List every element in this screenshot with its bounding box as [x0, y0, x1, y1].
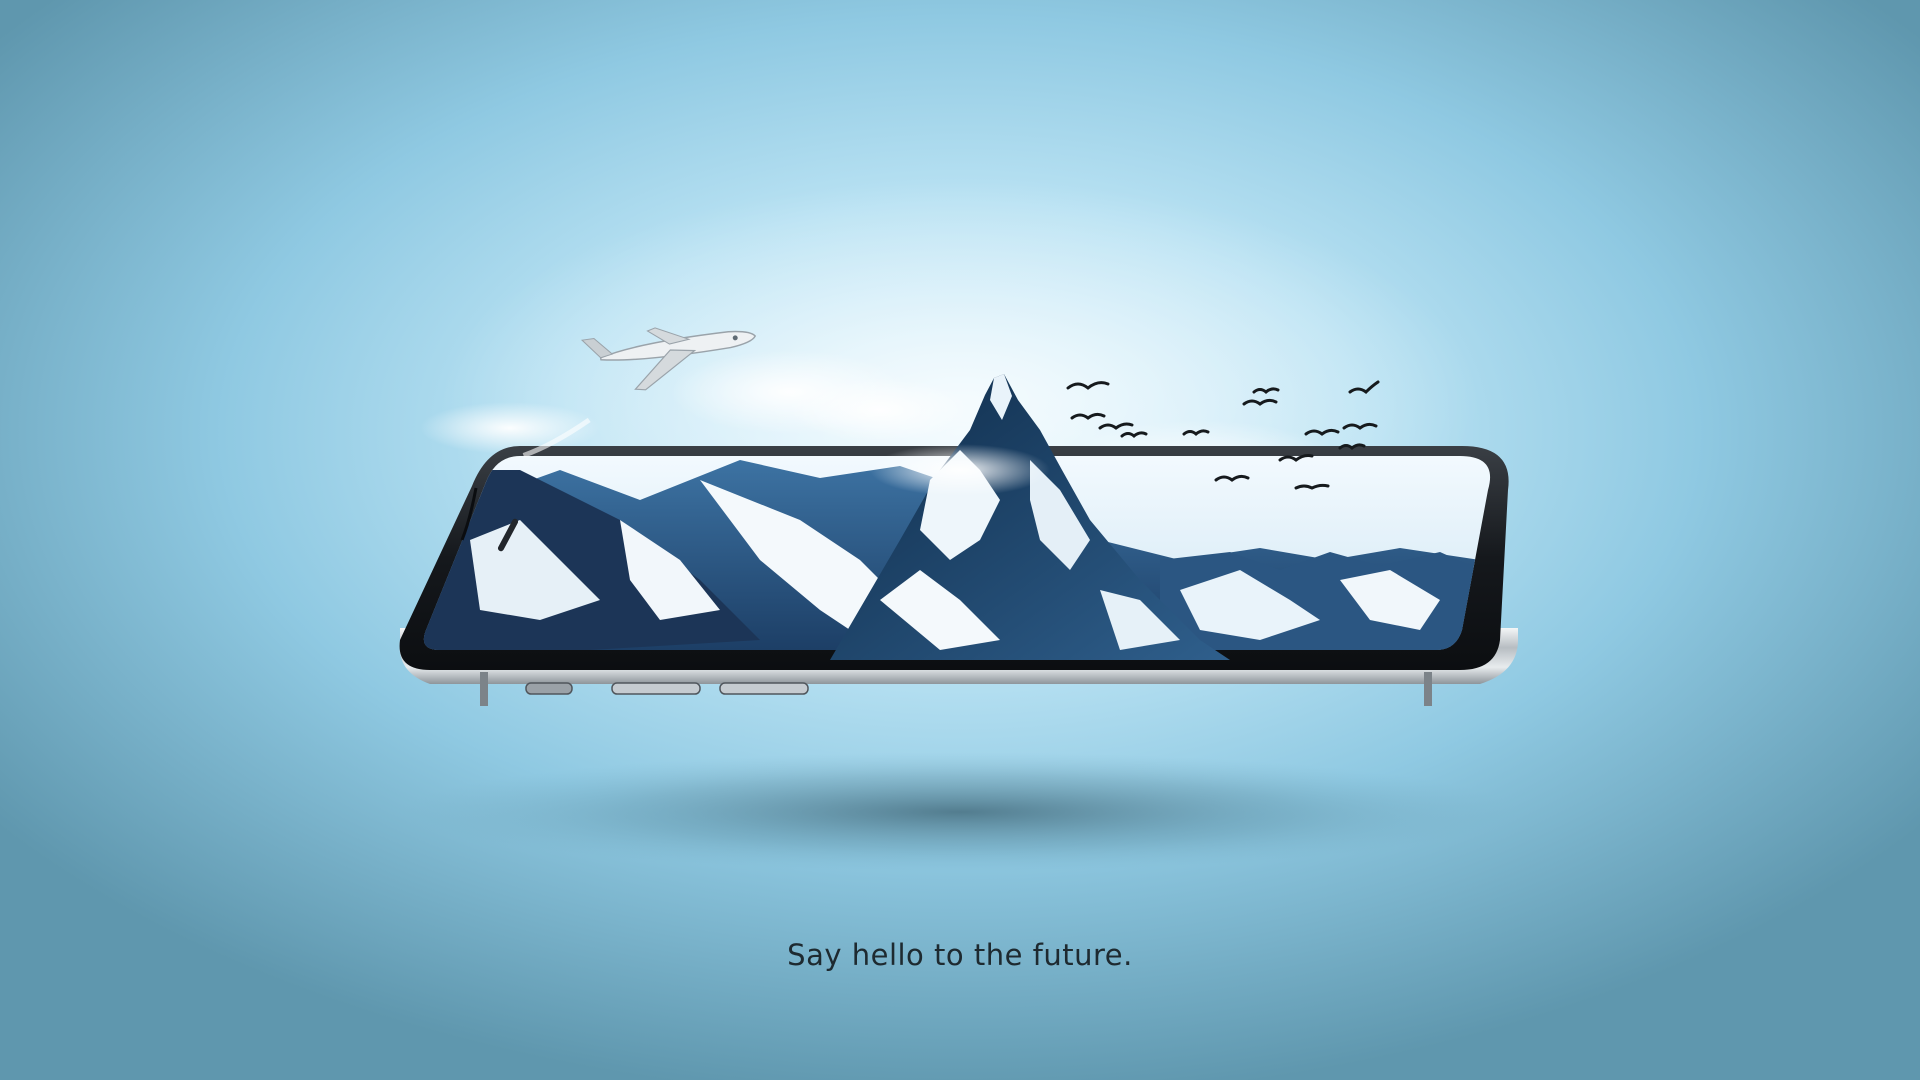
volume-up-button	[611, 682, 701, 695]
antenna-band-left	[480, 672, 488, 706]
antenna-band-right	[1424, 672, 1432, 706]
hero-illustration	[399, 180, 1520, 872]
tagline: Say hello to the future.	[787, 938, 1133, 972]
mute-switch	[525, 682, 573, 695]
hero-scene	[0, 0, 1920, 1080]
phone-shadow	[400, 752, 1520, 872]
volume-down-button	[719, 682, 809, 695]
